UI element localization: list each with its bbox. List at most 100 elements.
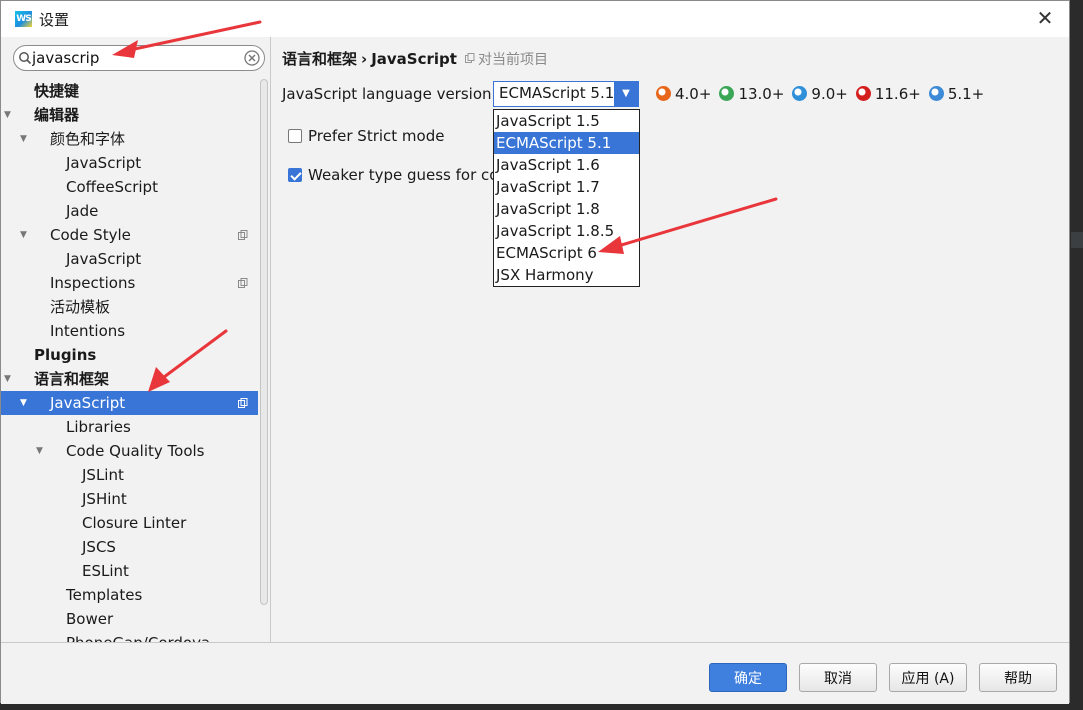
tree-item[interactable]: Intentions — [1, 319, 258, 343]
apply-button[interactable]: 应用 (A) — [889, 663, 967, 692]
search-input[interactable] — [32, 47, 237, 69]
prefer-strict-label: Prefer Strict mode — [308, 127, 445, 145]
tree-item[interactable]: JavaScript — [1, 247, 258, 271]
breadcrumb-section: 语言和框架 — [282, 50, 358, 68]
tree-item-label: JSLint — [82, 466, 124, 484]
tree-item[interactable]: ▼ JavaScript — [1, 391, 258, 415]
browser-version-label: 4.0+ — [675, 85, 712, 103]
tree-item-label: 颜色和字体 — [50, 130, 126, 148]
expand-arrow-icon[interactable]: ▼ — [20, 127, 30, 151]
breadcrumb-page: JavaScript — [371, 50, 457, 68]
expand-arrow-icon[interactable]: ▼ — [4, 367, 14, 391]
ok-button[interactable]: 确定 — [709, 663, 787, 692]
tree-item-label: 编辑器 — [34, 106, 80, 124]
dropdown-option[interactable]: ECMAScript 6 — [494, 242, 639, 264]
project-scope-icon — [464, 53, 475, 63]
background-strip — [1071, 232, 1083, 248]
firefox-icon — [656, 86, 671, 101]
tree-item[interactable]: JavaScript — [1, 151, 258, 175]
breadcrumb-scope: 对当前项目 — [477, 52, 548, 68]
tree-item-label: JSHint — [82, 490, 127, 508]
tree-item[interactable]: 快捷键 — [1, 79, 258, 103]
tree-item-label: Templates — [66, 586, 143, 604]
webstorm-logo: WS — [15, 11, 32, 27]
tree-item-label: ESLint — [82, 562, 129, 580]
search-icon — [19, 52, 32, 65]
browser-version: 11.6+ — [855, 85, 921, 103]
sidebar-scrollbar[interactable] — [260, 79, 268, 605]
dropdown-option[interactable]: JavaScript 1.8.5 — [494, 220, 639, 242]
search-box[interactable] — [13, 45, 265, 71]
browser-version-label: 9.0+ — [811, 85, 848, 103]
tree-item[interactable]: Templates — [1, 583, 258, 607]
tree-item-label: Intentions — [50, 322, 126, 340]
tree-item[interactable]: Inspections — [1, 271, 258, 295]
title-bar: WS 设置 ✕ — [1, 1, 1069, 37]
tree-item[interactable]: ▼ Code Style — [1, 223, 258, 247]
dropdown-option[interactable]: ECMAScript 5.1 — [494, 132, 639, 154]
tree-item[interactable]: Plugins — [1, 343, 258, 367]
tree-item-label: JSCS — [82, 538, 116, 556]
prefer-strict-checkbox[interactable] — [288, 129, 302, 143]
tree-item[interactable]: ▼ 编辑器 — [1, 103, 258, 127]
chevron-down-icon[interactable]: ▼ — [614, 82, 638, 106]
dropdown-option[interactable]: JavaScript 1.7 — [494, 176, 639, 198]
dropdown-option[interactable]: JavaScript 1.6 — [494, 154, 639, 176]
project-scope-icon — [238, 278, 248, 288]
settings-sidebar: 快捷键▼编辑器▼颜色和字体JavaScriptCoffeeScriptJade▼… — [1, 37, 271, 642]
clear-search-icon[interactable] — [244, 50, 260, 66]
settings-content: 语言和框架 › JavaScript 对当前项目 JavaScript languag… — [272, 37, 1069, 642]
tree-item-label: Plugins — [34, 346, 97, 364]
breadcrumb: 语言和框架 › JavaScript 对当前项目 — [282, 48, 548, 69]
browser-version: 9.0+ — [792, 85, 848, 103]
tree-item[interactable]: Closure Linter — [1, 511, 258, 535]
js-version-label: JavaScript language version — [282, 85, 492, 103]
tree-item[interactable]: ▼ 语言和框架 — [1, 367, 258, 391]
chrome-icon — [719, 86, 735, 101]
tree-item[interactable]: JSHint — [1, 487, 258, 511]
browser-version-label: 13.0+ — [738, 85, 785, 103]
weaker-type-guess-option[interactable]: Weaker type guess for co — [288, 166, 498, 184]
opera-icon — [855, 86, 871, 101]
expand-arrow-icon[interactable]: ▼ — [36, 439, 46, 463]
tree-item[interactable]: 活动模板 — [1, 295, 258, 319]
tree-item[interactable]: CoffeeScript — [1, 175, 258, 199]
tree-item[interactable]: ▼ Code Quality Tools — [1, 439, 258, 463]
tree-item-label: Code Quality Tools — [66, 442, 205, 460]
settings-tree: 快捷键 ▼ 编辑器 ▼ 颜色和字体 JavaScript CoffeeScript Jade ▼… — [1, 79, 258, 642]
tree-item[interactable]: ESLint — [1, 559, 258, 583]
tree-item-label: Inspections — [50, 274, 136, 292]
tree-item[interactable]: Jade — [1, 199, 258, 223]
tree-item[interactable]: JSLint — [1, 463, 258, 487]
tree-item-label: JavaScript — [66, 250, 142, 268]
tree-item[interactable]: Bower — [1, 607, 258, 631]
cancel-button[interactable]: 取消 — [799, 663, 877, 692]
js-version-select[interactable]: ECMAScript 5.1 ▼ — [493, 81, 639, 107]
tree-item[interactable]: PhoneGap/Cordova — [1, 631, 258, 642]
tree-item-label: JavaScript — [50, 394, 126, 412]
tree-item-label: Code Style — [50, 226, 131, 244]
browser-version-label: 5.1+ — [947, 85, 985, 103]
expand-arrow-icon[interactable]: ▼ — [4, 103, 14, 127]
dropdown-option[interactable]: JavaScript 1.8 — [494, 198, 639, 220]
tree-item-label: 活动模板 — [50, 298, 111, 316]
tree-item[interactable]: Libraries — [1, 415, 258, 439]
dropdown-option[interactable]: JavaScript 1.5 — [494, 110, 639, 132]
weaker-type-guess-label: Weaker type guess for co — [308, 166, 499, 184]
tree-item-label: 语言和框架 — [34, 370, 110, 388]
prefer-strict-mode-option[interactable]: Prefer Strict mode — [288, 127, 444, 145]
browser-version: 13.0+ — [719, 85, 784, 103]
project-scope-icon — [238, 230, 248, 240]
close-button[interactable]: ✕ — [1033, 6, 1057, 30]
tree-item-label: PhoneGap/Cordova — [66, 631, 210, 642]
tree-item[interactable]: ▼ 颜色和字体 — [1, 127, 258, 151]
weaker-type-guess-checkbox[interactable] — [288, 168, 302, 182]
tree-item-label: Jade — [66, 202, 99, 220]
expand-arrow-icon[interactable]: ▼ — [20, 223, 30, 247]
expand-arrow-icon[interactable]: ▼ — [20, 391, 30, 415]
tree-item[interactable]: JSCS — [1, 535, 258, 559]
help-button[interactable]: 帮助 — [979, 663, 1057, 692]
project-scope-icon — [238, 398, 248, 408]
browser-version-label: 11.6+ — [874, 85, 921, 103]
dropdown-option[interactable]: JSX Harmony — [494, 264, 639, 286]
